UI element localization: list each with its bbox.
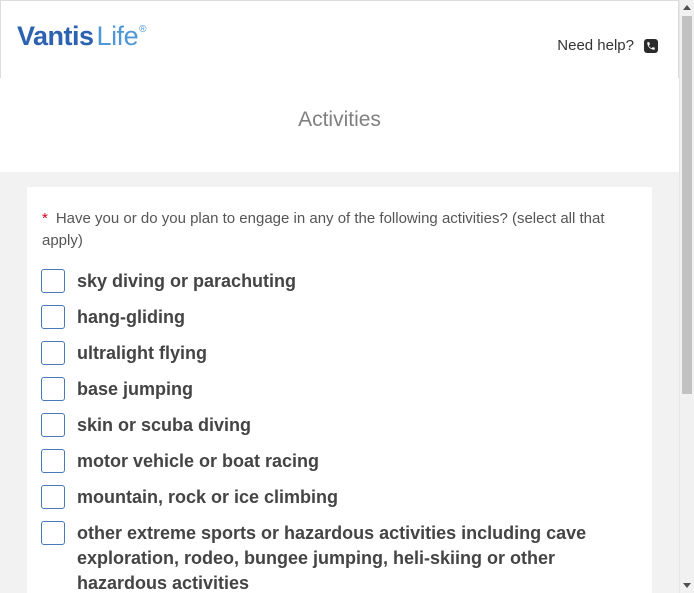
scroll-down-arrow-icon[interactable] [680,578,694,593]
logo-product: Life [96,21,139,51]
scroll-up-arrow-icon[interactable] [680,0,694,15]
activity-option-label: mountain, rock or ice climbing [77,487,339,507]
title-section: Activities [0,78,679,172]
activity-option-label: skin or scuba diving [77,415,252,435]
required-marker: * [42,210,48,227]
activity-checkbox[interactable] [41,377,65,401]
activity-checkbox[interactable] [41,305,65,329]
need-help-link[interactable]: Need help? [557,37,658,54]
scrollbar-thumb[interactable] [682,16,692,394]
activity-option[interactable]: sky diving or parachuting [41,269,631,294]
activity-checkbox[interactable] [41,485,65,509]
activity-option[interactable]: hang-gliding [41,305,631,330]
activity-checkbox[interactable] [41,341,65,365]
activity-checkbox[interactable] [41,413,65,437]
activity-option-label: base jumping [77,379,194,399]
activity-option[interactable]: other extreme sports or hazardous activi… [41,521,631,593]
logo-registered-mark: ® [139,24,146,35]
page: Vantis Life® Need help? Activities * Have … [0,0,694,593]
question-text-block: * Have you or do you plan to engage in an… [42,208,627,252]
activity-option[interactable]: motor vehicle or boat racing [41,449,631,474]
activity-option[interactable]: skin or scuba diving [41,413,631,438]
site-header: Vantis Life® Need help? [0,0,679,78]
activity-option[interactable]: ultralight flying [41,341,631,366]
vantis-life-logo[interactable]: Vantis Life® [17,23,146,50]
activity-checkbox[interactable] [41,449,65,473]
page-title: Activities [298,108,381,131]
activity-option-label: other extreme sports or hazardous activi… [77,523,587,593]
activity-checkbox[interactable] [41,521,65,545]
logo-brand: Vantis [17,21,94,51]
question-card: * Have you or do you plan to engage in an… [27,187,652,593]
question-text: Have you or do you plan to engage in any… [42,210,605,249]
vertical-scrollbar[interactable] [679,0,694,593]
activity-option-label: hang-gliding [77,307,185,327]
activity-option-label: sky diving or parachuting [77,271,297,291]
activity-option[interactable]: base jumping [41,377,631,402]
need-help-label: Need help? [557,37,634,54]
activity-option-label: ultralight flying [77,343,207,363]
activity-checkbox[interactable] [41,269,65,293]
activity-options-list: sky diving or parachuting hang-gliding u… [41,269,631,593]
activity-option-label: motor vehicle or boat racing [77,451,320,471]
activity-option[interactable]: mountain, rock or ice climbing [41,485,631,510]
phone-icon [644,38,658,53]
